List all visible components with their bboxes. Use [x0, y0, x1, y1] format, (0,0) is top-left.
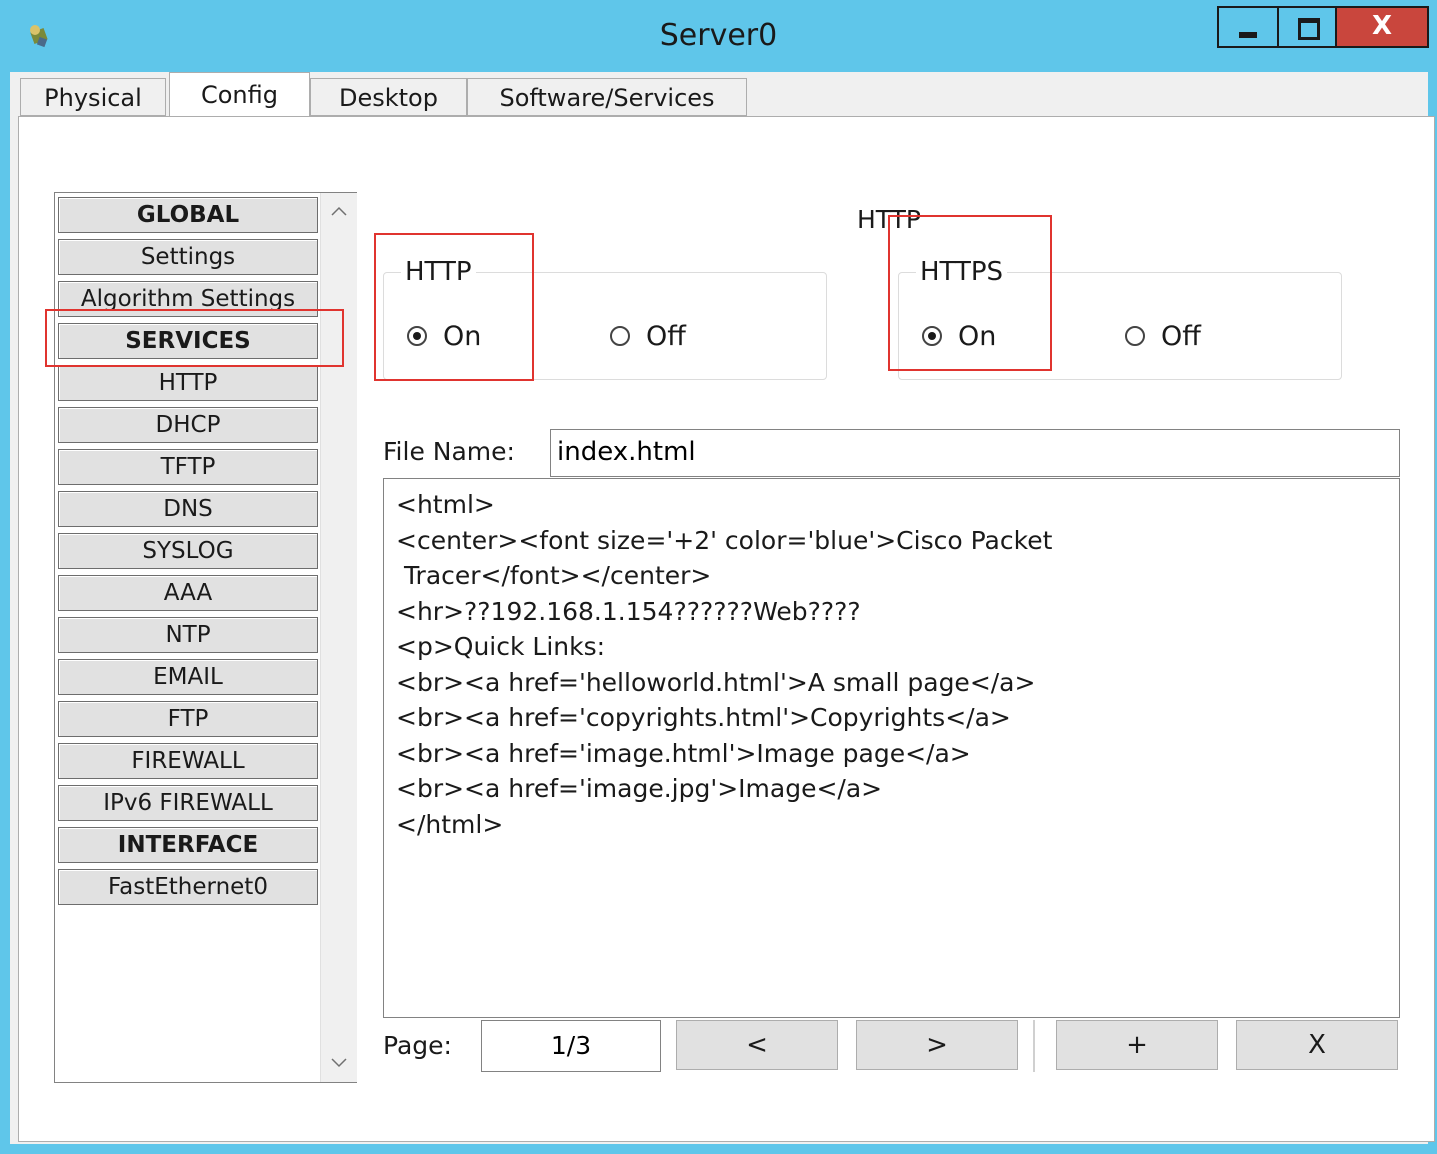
chevron-down-icon[interactable] — [325, 1049, 353, 1077]
chevron-up-icon[interactable] — [325, 197, 353, 225]
sidebar-header-services: SERVICES — [58, 323, 318, 359]
editor-line: <br><a href='image.jpg'>Image</a> — [396, 774, 883, 803]
editor-line: <br><a href='copyrights.html'>Copyrights… — [396, 703, 1011, 732]
sidebar-item-email[interactable]: EMAIL — [58, 659, 318, 695]
server0-window: Server0 X Physical Config Desktop Softwa… — [0, 0, 1437, 1154]
tab-software-services[interactable]: Software/Services — [467, 78, 747, 116]
sidebar-item-tftp[interactable]: TFTP — [58, 449, 318, 485]
https-on-radio[interactable]: On — [922, 321, 996, 352]
html-editor[interactable]: <html> <center><font size='+2' color='bl… — [383, 478, 1400, 1018]
next-page-button[interactable]: > — [856, 1020, 1018, 1070]
file-name-label: File Name: — [383, 437, 515, 466]
button-separator — [1033, 1020, 1035, 1072]
minimize-button[interactable] — [1217, 6, 1277, 48]
radio-selected-icon — [407, 326, 427, 346]
close-icon: X — [1371, 11, 1393, 41]
editor-line: Tracer</font></center> — [396, 561, 712, 590]
sidebar-item-ipv6-firewall[interactable]: IPv6 FIREWALL — [58, 785, 318, 821]
tab-physical[interactable]: Physical — [20, 78, 166, 116]
tab-desktop[interactable]: Desktop — [310, 78, 467, 116]
sidebar-item-ftp[interactable]: FTP — [58, 701, 318, 737]
delete-page-button[interactable]: X — [1236, 1020, 1398, 1070]
sidebar-item-aaa[interactable]: AAA — [58, 575, 318, 611]
add-page-button[interactable]: + — [1056, 1020, 1218, 1070]
window-client: Physical Config Desktop Software/Service… — [10, 72, 1435, 1144]
sidebar-scrollbar[interactable] — [320, 193, 357, 1082]
http-off-radio[interactable]: Off — [610, 321, 686, 352]
sidebar-item-settings[interactable]: Settings — [58, 239, 318, 275]
maximize-icon — [1298, 18, 1320, 40]
minimize-icon — [1239, 32, 1257, 38]
sidebar-item-algorithm-settings[interactable]: Algorithm Settings — [58, 281, 318, 317]
tab-config[interactable]: Config — [169, 72, 310, 118]
radio-unselected-icon — [610, 326, 630, 346]
http-on-label: On — [443, 321, 482, 352]
sidebar-item-fastethernet0[interactable]: FastEthernet0 — [58, 869, 318, 905]
editor-line: <br><a href='image.html'>Image page</a> — [396, 738, 971, 768]
sidebar-item-ntp[interactable]: NTP — [58, 617, 318, 653]
editor-line: <p>Quick Links: — [396, 632, 606, 661]
http-on-radio[interactable]: On — [407, 321, 481, 352]
sidebar-item-http[interactable]: HTTP — [58, 365, 318, 401]
radio-unselected-icon — [1125, 326, 1145, 346]
https-off-radio[interactable]: Off — [1125, 321, 1201, 352]
page-indicator: 1/3 — [481, 1020, 661, 1072]
editor-line: <center><font size='+2' color='blue'>Cis… — [396, 525, 1053, 555]
sidebar-item-firewall[interactable]: FIREWALL — [58, 743, 318, 779]
close-button[interactable]: X — [1337, 6, 1429, 48]
config-sidebar: GLOBAL Settings Algorithm Settings SERVI… — [54, 192, 357, 1083]
title-bar[interactable]: Server0 X — [0, 0, 1437, 70]
https-group-legend: HTTPS — [916, 257, 1008, 287]
sidebar-item-dns[interactable]: DNS — [58, 491, 318, 527]
maximize-button[interactable] — [1277, 6, 1337, 48]
editor-line: <br><a href='helloworld.html'>A small pa… — [396, 667, 1036, 697]
page-label: Page: — [383, 1031, 452, 1060]
editor-line: </html> — [396, 809, 504, 839]
config-panel: GLOBAL Settings Algorithm Settings SERVI… — [18, 116, 1435, 1142]
sidebar-item-syslog[interactable]: SYSLOG — [58, 533, 318, 569]
editor-line: <html> — [396, 490, 495, 519]
http-off-label: Off — [646, 321, 686, 352]
https-on-label: On — [958, 321, 997, 352]
sidebar-header-interface: INTERFACE — [58, 827, 318, 863]
https-off-label: Off — [1161, 321, 1201, 352]
sidebar-item-dhcp[interactable]: DHCP — [58, 407, 318, 443]
file-name-input[interactable]: index.html — [550, 429, 1400, 477]
sidebar-header-global: GLOBAL — [58, 197, 318, 233]
previous-page-button[interactable]: < — [676, 1020, 838, 1070]
editor-line: <hr>??192.168.1.154??????Web???? — [396, 596, 861, 626]
http-group-legend: HTTP — [401, 257, 476, 287]
radio-selected-icon — [922, 326, 942, 346]
section-title: HTTP — [857, 205, 921, 234]
